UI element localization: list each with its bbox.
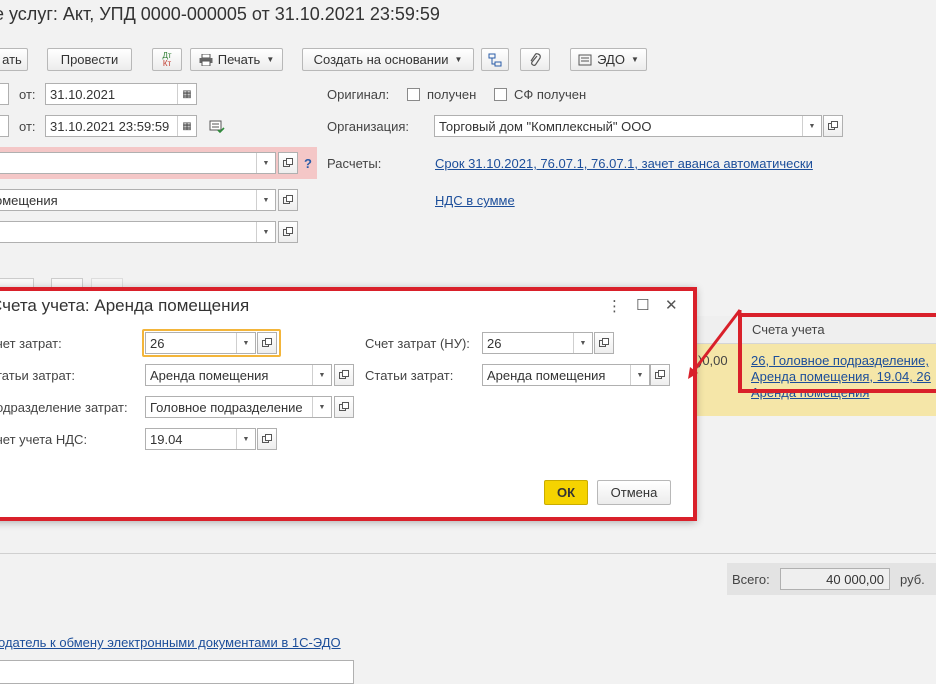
structure-button[interactable] [481,48,509,71]
document-check-icon[interactable] [209,120,225,134]
total-field: 40 000,00 [780,568,890,590]
calendar-icon[interactable]: ▦ [177,116,196,136]
chevron-down-icon[interactable]: ▼ [256,153,275,173]
edo-label: ЭДО [597,52,625,67]
calculations-label: Расчеты: [327,156,382,171]
post-close-button[interactable]: ать [0,48,28,71]
calendar-icon[interactable]: ▦ [177,84,196,104]
print-label: Печать [217,52,261,67]
total-label: Всего: [732,572,770,587]
help-icon[interactable]: ? [304,156,312,171]
dtkt-icon: Дт Кт [162,50,172,68]
chevron-down-icon[interactable]: ▼ [802,116,821,136]
date-label: от: [19,87,36,102]
open-icon[interactable] [278,221,298,243]
dtkt-button[interactable]: Дт Кт [152,48,182,71]
sf-received-checkbox[interactable] [494,88,507,101]
edo-button[interactable]: ЭДО ▼ [570,48,647,71]
structure-icon [488,53,502,66]
contract-field[interactable]: омещения ▼ [0,189,276,211]
incoming-number-fragment[interactable] [0,115,9,137]
organization-value: Торговый дом "Комплексный" ООО [439,118,652,134]
attach-button[interactable] [520,48,550,71]
counterparty-field[interactable]: ▼ [0,152,276,174]
calculations-link[interactable]: Срок 31.10.2021, 76.07.1, 76.07.1, зачет… [435,156,813,171]
paperclip-icon [530,52,541,66]
edo-icon [578,54,592,65]
received-checkbox[interactable] [407,88,420,101]
create-based-label: Создать на основании [313,52,449,67]
received-label: получен [427,87,477,102]
organization-label: Организация: [327,119,410,134]
date-value: 31.10.2021 [50,86,116,102]
vat-link[interactable]: НДС в сумме [435,193,515,208]
highlight-arrow [688,309,742,379]
third-field[interactable]: ▼ [0,221,276,243]
total-value: 40 000,00 [826,571,884,587]
chevron-down-icon: ▼ [454,55,463,64]
printer-icon [199,53,213,66]
divider [0,553,936,554]
chevron-down-icon: ▼ [630,55,639,64]
chevron-down-icon[interactable]: ▼ [256,222,275,242]
page-title: е услуг: Акт, УПД 0000-000005 от 31.10.2… [0,4,440,24]
post-button[interactable]: Провести [47,48,132,71]
open-icon[interactable] [823,115,843,137]
highlight-dialog [0,287,697,521]
open-icon[interactable] [278,152,298,174]
contract-value: омещения [0,192,58,208]
chevron-down-icon: ▼ [266,55,275,64]
incoming-date-label: от: [19,119,36,134]
chevron-down-icon[interactable]: ▼ [256,190,275,210]
currency-label: руб. [900,572,925,587]
incoming-date-value: 31.10.2021 23:59:59 [50,118,170,134]
incoming-date-field[interactable]: 31.10.2021 23:59:59 ▦ [45,115,197,137]
sf-received-label: СФ получен [514,87,587,102]
print-button[interactable]: Печать ▼ [190,48,283,71]
open-icon[interactable] [278,189,298,211]
highlight-accounts-cell [738,313,936,393]
comment-field[interactable] [0,660,354,684]
edo-invite-link[interactable]: одатель к обмену электронными документам… [0,635,341,650]
organization-field[interactable]: Торговый дом "Комплексный" ООО ▼ [434,115,822,137]
date-field[interactable]: 31.10.2021 ▦ [45,83,197,105]
create-based-button[interactable]: Создать на основании ▼ [302,48,474,71]
original-label: Оригинал: [327,87,390,102]
number-field-fragment[interactable] [0,83,9,105]
